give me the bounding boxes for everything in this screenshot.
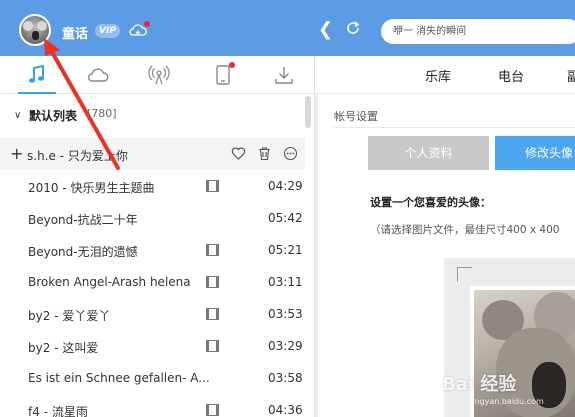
song-row[interactable]: Beyond-无泪的遗憾 05:21 — [0, 234, 305, 266]
song-row[interactable]: 2010 - 快乐男生主题曲 04:29 — [0, 170, 305, 202]
left-tab-bar — [0, 56, 315, 94]
song-name: by2 - 这叫爱 — [28, 341, 99, 355]
song-duration: 05:21 — [268, 243, 303, 257]
now-playing-row[interactable]: + s.h.e - 只为爱上你 — [0, 138, 305, 170]
song-name: f4 - 流星雨 — [28, 405, 88, 417]
song-name: 2010 - 快乐男生主题曲 — [28, 181, 155, 195]
content-panel: 乐库 电台 副 帐号设置 个人资料 修改头像 设置一个您喜爱的头像： （请选择图… — [315, 56, 575, 417]
nav-tab-library[interactable]: 乐库 — [425, 66, 451, 85]
mv-icon[interactable] — [206, 308, 219, 320]
playlist-panel: ∨ 默认列表 [780] + s.h.e - 只为爱上你 2010 - 快乐男生… — [0, 56, 315, 417]
divider — [334, 127, 575, 128]
crop-corner — [457, 267, 472, 282]
song-row[interactable]: Es ist ein Schnee gefallen- A... 03:58 — [0, 362, 305, 394]
song-duration: 05:42 — [268, 211, 303, 225]
cloud-icon[interactable] — [87, 64, 109, 86]
song-row[interactable]: f4 - 流星雨 04:36 — [0, 394, 305, 417]
music-note-icon[interactable] — [18, 64, 56, 94]
nav-tab-more[interactable]: 副 — [567, 66, 575, 85]
song-name: s.h.e - 只为爱上你 — [27, 149, 128, 163]
search-input[interactable]: 咿一 消失的瞬间 — [381, 19, 575, 44]
notification-dot — [144, 21, 150, 27]
song-duration: 04:36 — [268, 403, 303, 417]
phone-icon[interactable] — [212, 62, 235, 86]
song-row[interactable]: by2 - 爱丫爱丫 03:53 — [0, 298, 305, 330]
search-placeholder: 咿一 消失的瞬间 — [393, 26, 467, 37]
song-duration: 03:29 — [268, 339, 303, 353]
song-duration: 03:53 — [268, 307, 303, 321]
song-row[interactable]: Beyond-抗战二十年 05:42 — [0, 202, 305, 234]
add-icon[interactable]: + — [10, 144, 23, 163]
breadcrumb: 帐号设置 — [334, 110, 378, 123]
song-name: Broken Angel-Arash helena — [28, 275, 191, 289]
playlist-header[interactable]: ∨ 默认列表 [780] — [0, 94, 315, 138]
radio-icon[interactable] — [148, 64, 170, 86]
refresh-icon[interactable] — [345, 20, 361, 39]
tab-personal-info[interactable]: 个人资料 — [368, 136, 489, 170]
mv-icon[interactable] — [206, 276, 219, 288]
song-duration: 03:58 — [268, 371, 303, 385]
song-name: Beyond-抗战二十年 — [28, 213, 138, 227]
mv-icon[interactable] — [206, 340, 219, 352]
song-duration: 04:29 — [268, 179, 303, 193]
mv-icon[interactable] — [206, 404, 219, 416]
panel-edge — [315, 94, 318, 417]
cloud-sync-icon[interactable] — [129, 21, 150, 40]
username[interactable]: 童话 — [62, 23, 88, 42]
song-name: Es ist ein Schnee gefallen- A... — [28, 371, 210, 385]
more-icon[interactable] — [283, 146, 298, 161]
avatar-detail — [23, 21, 33, 31]
section-title: 设置一个您喜爱的头像： — [370, 196, 491, 209]
mv-icon[interactable] — [206, 244, 219, 256]
title-bar: 童话 VIP ❮ 咿一 消失的瞬间 — [0, 0, 575, 56]
watermark-logo: Bai 经验 — [442, 374, 517, 395]
avatar-detail — [37, 21, 47, 31]
delete-icon[interactable] — [257, 146, 272, 161]
notification-dot — [229, 62, 235, 68]
chevron-down-icon[interactable]: ∨ — [14, 110, 21, 121]
song-duration: 03:11 — [268, 275, 303, 289]
back-icon[interactable]: ❮ — [318, 21, 333, 39]
avatar-detail — [32, 31, 39, 40]
download-icon[interactable] — [273, 64, 295, 86]
user-avatar[interactable] — [19, 14, 51, 46]
heart-icon[interactable] — [231, 146, 246, 161]
song-name: by2 - 爱丫爱丫 — [28, 309, 111, 323]
mv-icon[interactable] — [206, 180, 219, 192]
nav-tab-radio[interactable]: 电台 — [498, 66, 524, 85]
scrollbar[interactable] — [305, 96, 311, 128]
tab-change-avatar[interactable]: 修改头像 — [495, 136, 575, 170]
playlist-title: 默认列表 — [29, 109, 78, 123]
watermark-url: jingyan.baidu.com — [470, 397, 544, 406]
playlist-count: [780] — [87, 107, 117, 120]
top-nav: 乐库 电台 副 — [315, 56, 575, 94]
vip-badge[interactable]: VIP — [95, 24, 120, 38]
song-name: Beyond-无泪的遗憾 — [28, 245, 138, 259]
upload-hint: （请选择图片文件，最佳尺寸400 x 400 — [370, 224, 560, 236]
song-row[interactable]: by2 - 这叫爱 03:29 — [0, 330, 305, 362]
song-row[interactable]: Broken Angel-Arash helena 03:11 — [0, 266, 305, 298]
